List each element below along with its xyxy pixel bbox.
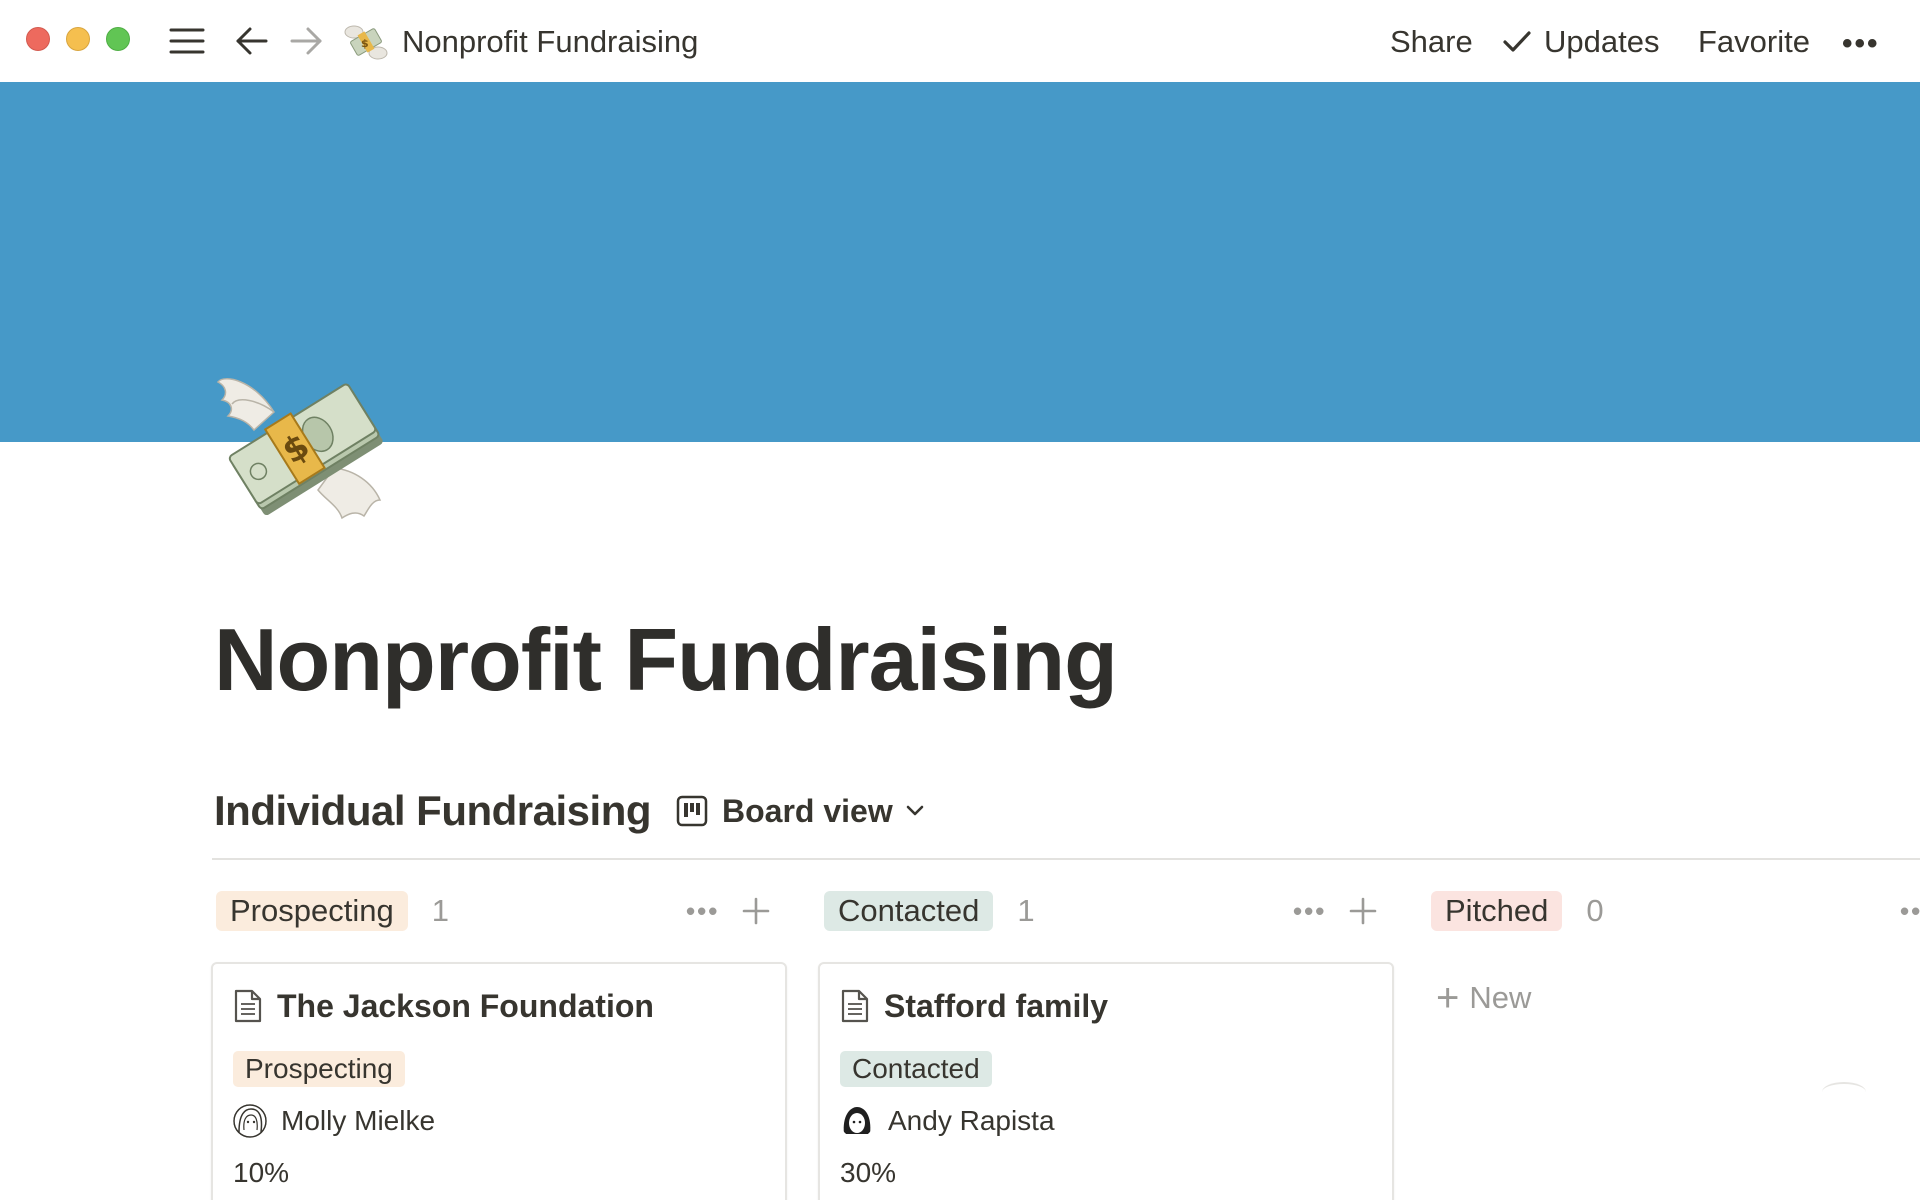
more-horizontal-icon[interactable]: ••• xyxy=(686,890,719,932)
database-title[interactable]: Individual Fundraising xyxy=(214,784,652,838)
favorite-button[interactable]: Favorite xyxy=(1698,22,1810,62)
page-title[interactable]: Nonprofit Fundraising xyxy=(214,610,1118,710)
view-label: Board view xyxy=(722,792,893,829)
board-card[interactable]: The Jackson Foundation Prospecting Molly… xyxy=(211,962,787,1200)
updates-button[interactable]: Updates xyxy=(1502,22,1659,62)
assignee: Molly Mielke xyxy=(233,1104,435,1138)
more-horizontal-icon[interactable]: ••• xyxy=(1293,890,1326,932)
avatar xyxy=(233,1104,267,1138)
status-badge: Prospecting xyxy=(233,1051,405,1087)
group-tag[interactable]: Prospecting xyxy=(216,891,408,931)
maximize-window-button[interactable] xyxy=(106,27,130,51)
page-document-icon xyxy=(234,989,262,1023)
plus-icon: + xyxy=(1436,976,1460,1020)
menu-icon[interactable] xyxy=(168,21,206,61)
group-tag[interactable]: Pitched xyxy=(1431,891,1563,931)
close-window-button[interactable] xyxy=(26,27,50,51)
assignee: Andy Rapista xyxy=(840,1104,1055,1138)
database-divider xyxy=(212,858,1920,860)
page-document-icon xyxy=(841,989,869,1023)
assignee-name: Andy Rapista xyxy=(888,1105,1055,1136)
money-with-wings-icon: $ xyxy=(344,20,388,64)
minimize-window-button[interactable] xyxy=(66,27,90,51)
progress-value: 10% xyxy=(233,1157,290,1188)
card-title[interactable]: Stafford family xyxy=(840,986,1108,1026)
column-actions-prospecting: ••• xyxy=(686,890,771,932)
status-badge: Contacted xyxy=(840,1051,992,1087)
back-arrow-icon[interactable] xyxy=(232,21,272,61)
column-header-contacted: Contacted 1 xyxy=(824,890,1035,932)
forward-arrow-icon[interactable] xyxy=(286,21,326,61)
breadcrumb-page-title[interactable]: Nonprofit Fundraising xyxy=(402,22,698,62)
group-tag[interactable]: Contacted xyxy=(824,891,994,931)
group-count: 1 xyxy=(431,893,449,928)
column-actions-contacted: ••• xyxy=(1293,890,1378,932)
scroll-hint xyxy=(1822,1082,1866,1102)
share-button[interactable]: Share xyxy=(1390,22,1473,62)
card-title-text: Stafford family xyxy=(884,988,1109,1024)
column-header-prospecting: Prospecting 1 xyxy=(216,890,449,932)
group-count: 0 xyxy=(1586,893,1604,928)
checkmark-icon xyxy=(1503,31,1531,52)
card-title[interactable]: The Jackson Foundation xyxy=(233,986,654,1026)
card-title-text: The Jackson Foundation xyxy=(277,988,654,1024)
new-card-label: New xyxy=(1469,980,1532,1015)
avatar xyxy=(841,1105,873,1137)
column-header-pitched: Pitched 0 xyxy=(1431,890,1604,932)
money-with-wings-icon[interactable]: $ xyxy=(214,360,394,520)
updates-label: Updates xyxy=(1544,24,1660,59)
new-card-button[interactable]: + New xyxy=(1436,978,1531,1018)
assignee-name: Molly Mielke xyxy=(281,1105,436,1136)
plus-icon[interactable] xyxy=(1348,896,1378,926)
more-horizontal-icon[interactable]: ••• xyxy=(1900,890,1920,932)
window-toolbar: $ Nonprofit Fundraising Share Updates Fa… xyxy=(0,0,1920,82)
more-options-button[interactable]: ••• xyxy=(1842,24,1880,64)
plus-icon[interactable] xyxy=(741,896,771,926)
progress-value: 30% xyxy=(840,1157,897,1188)
column-actions-pitched: ••• xyxy=(1900,890,1920,932)
group-count: 1 xyxy=(1017,893,1035,928)
board-view-icon xyxy=(676,795,708,827)
view-switcher[interactable]: Board view xyxy=(676,788,925,834)
chevron-down-icon xyxy=(906,805,924,816)
board-card[interactable]: Stafford family Contacted Andy Rapista 3… xyxy=(818,962,1394,1200)
svg-text:$: $ xyxy=(361,37,369,50)
